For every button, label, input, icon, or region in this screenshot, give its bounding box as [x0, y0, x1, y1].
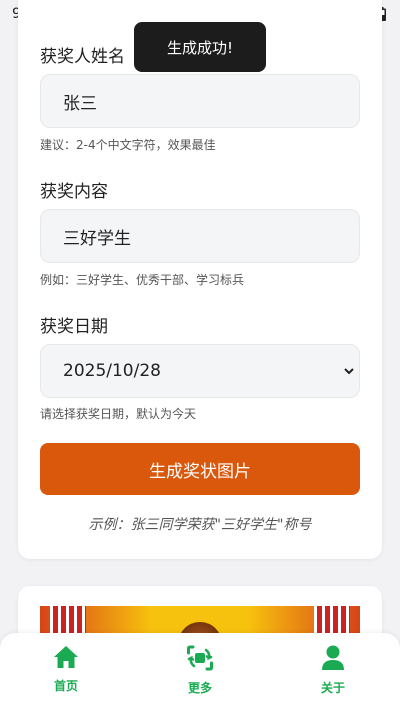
home-icon	[54, 646, 78, 668]
nav-label-more: 更多	[187, 681, 212, 695]
user-icon	[322, 645, 344, 670]
award-input[interactable]: 三好学生	[40, 209, 360, 263]
nav-item-about[interactable]: 关于	[293, 645, 373, 696]
nav-item-more[interactable]: 更多	[160, 645, 240, 696]
name-hint: 建议：2-4个中文字符，效果最佳	[40, 138, 216, 152]
nav-item-home[interactable]: 首页	[26, 645, 106, 694]
success-toast: 生成成功!	[134, 22, 266, 72]
date-value: 2025/10/28	[63, 361, 161, 381]
bottom-nav: 首页 更多 关于	[0, 633, 400, 710]
date-select[interactable]: 2025/10/28	[40, 344, 360, 398]
name-input[interactable]: 张三	[40, 74, 360, 128]
nav-label-about: 关于	[320, 681, 345, 695]
generate-certificate-button[interactable]: 生成奖状图片	[40, 443, 360, 495]
award-hint: 例如：三好学生、优秀干部、学习标兵	[40, 273, 245, 287]
nav-label-home: 首页	[53, 679, 78, 693]
date-label: 获奖日期	[40, 317, 108, 337]
chevron-down-icon	[344, 368, 354, 375]
name-label: 获奖人姓名	[40, 47, 125, 67]
award-label: 获奖内容	[40, 182, 108, 202]
award-form-card: 获奖人姓名 张三 建议：2-4个中文字符，效果最佳 获奖内容 三好学生 例如：三…	[18, 0, 382, 559]
swap-icon	[187, 645, 213, 671]
date-hint: 请选择获奖日期，默认为今天	[40, 407, 197, 421]
example-text: 示例：张三同学荣获"三好学生"称号	[88, 517, 312, 533]
